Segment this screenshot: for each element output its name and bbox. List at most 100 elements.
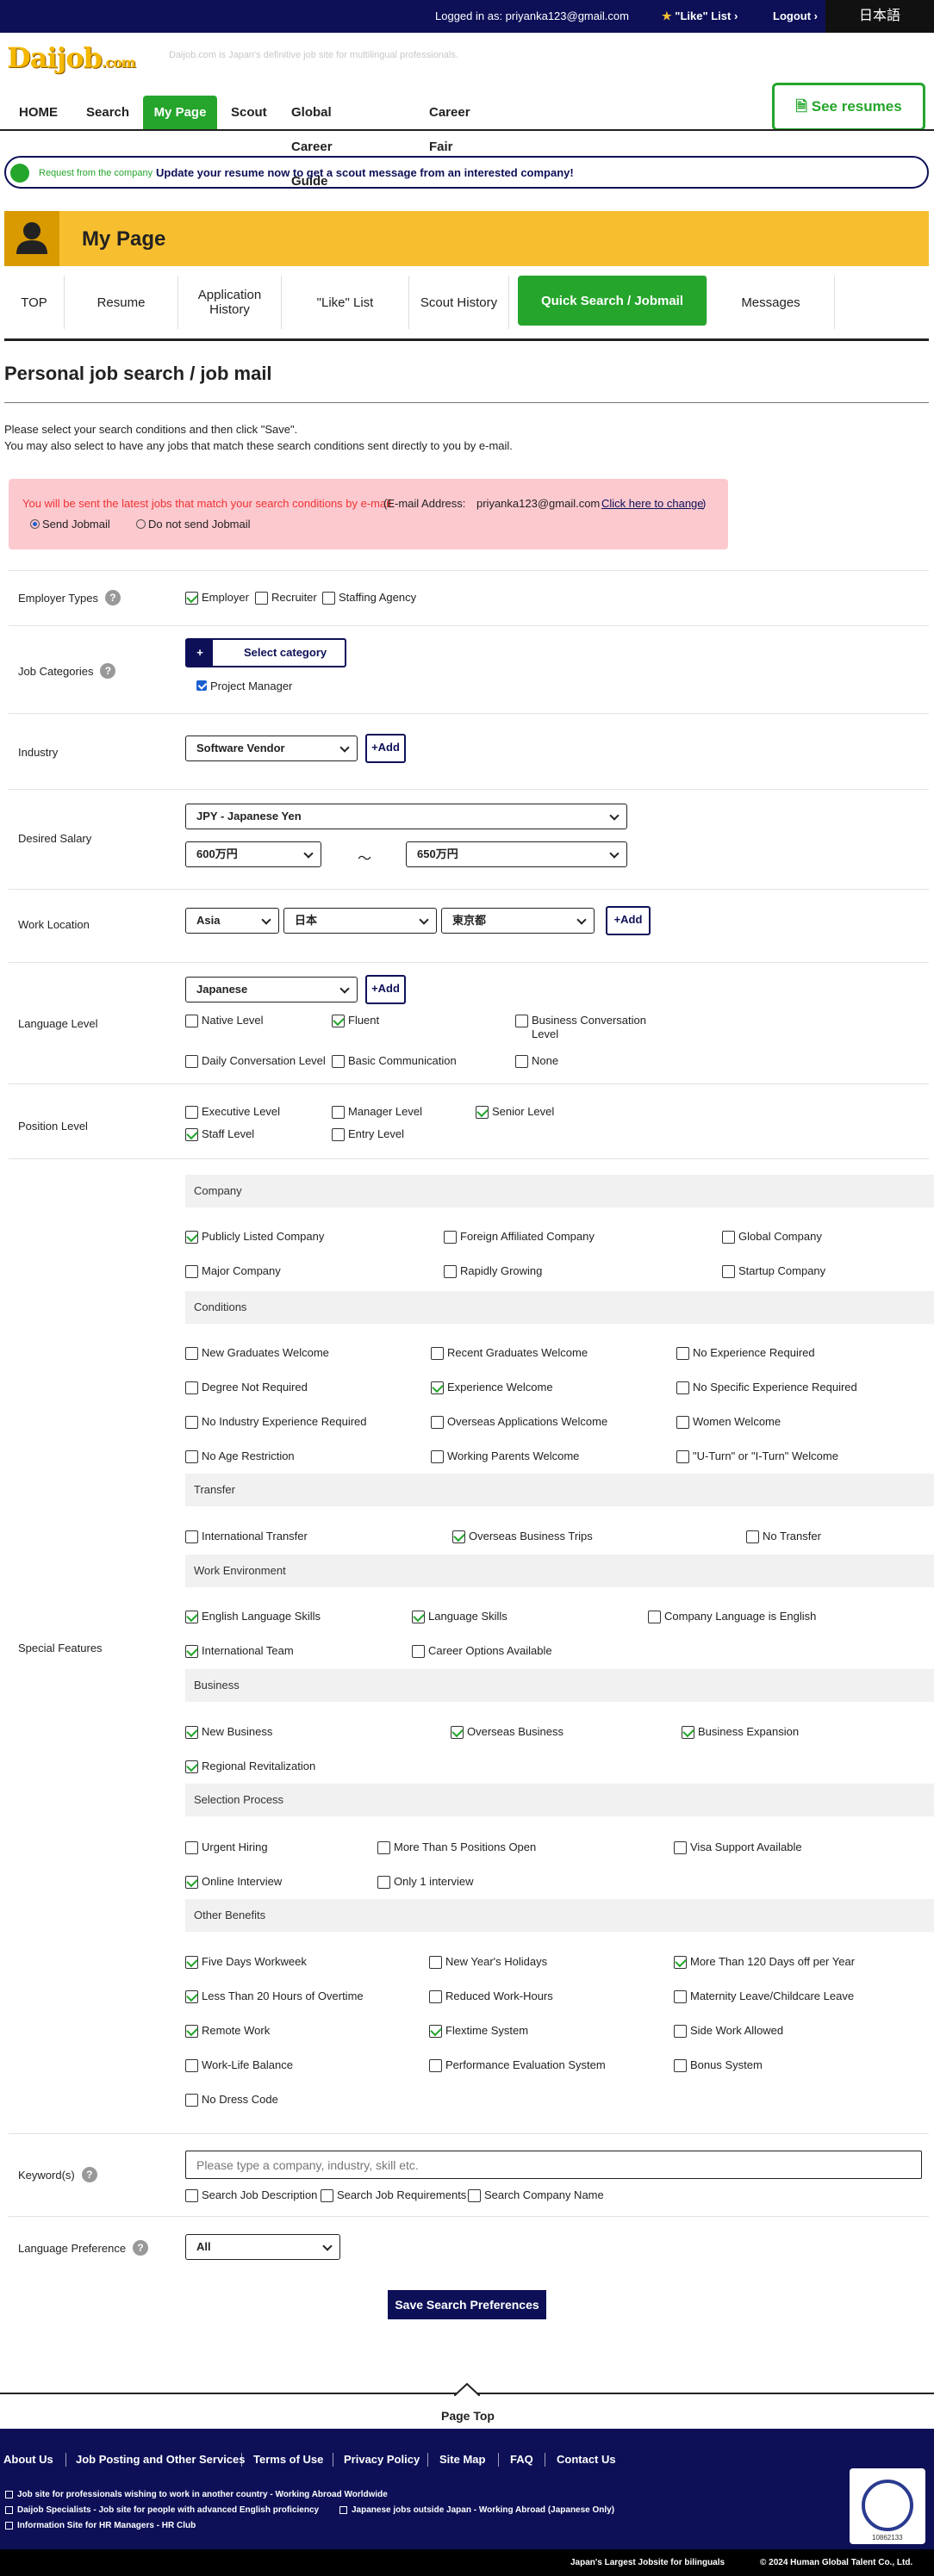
lang-business[interactable]: Business Conversation Level [515, 1014, 670, 1041]
lang-none[interactable]: None [515, 1054, 558, 1068]
employer-type-staffing[interactable]: Staffing Agency [322, 591, 416, 605]
sf-foreign-affiliated[interactable]: Foreign Affiliated Company [444, 1230, 595, 1244]
sf-new-graduates[interactable]: New Graduates Welcome [185, 1346, 329, 1360]
language-select[interactable]: Japanese [185, 977, 358, 1002]
tab-like-list[interactable]: "Like" List [282, 276, 409, 329]
tab-messages[interactable]: Messages [707, 276, 835, 329]
help-icon[interactable]: ? [104, 590, 121, 605]
lang-daily[interactable]: Daily Conversation Level [185, 1054, 326, 1068]
currency-select[interactable]: JPY - Japanese Yen [185, 804, 627, 829]
nav-global-career-guide[interactable]: Global Career Guide [288, 96, 336, 189]
sf-experience-welcome[interactable]: Experience Welcome [431, 1381, 553, 1394]
employer-type-recruiter[interactable]: Recruiter [255, 591, 317, 605]
sf-remote-work[interactable]: Remote Work [185, 2024, 270, 2038]
sf-recent-graduates[interactable]: Recent Graduates Welcome [431, 1346, 588, 1360]
sf-no-experience[interactable]: No Experience Required [676, 1346, 815, 1360]
sf-overseas-applications[interactable]: Overseas Applications Welcome [431, 1415, 607, 1429]
kw-job-requirements[interactable]: Search Job Requirements [321, 2188, 466, 2202]
sf-120-days-off[interactable]: More Than 120 Days off per Year [674, 1955, 855, 1969]
tab-scout-history[interactable]: Scout History [409, 276, 509, 329]
sf-u-turn[interactable]: "U-Turn" or "I-Turn" Welcome [676, 1449, 838, 1463]
sf-five-days[interactable]: Five Days Workweek [185, 1955, 307, 1969]
like-list-link[interactable]: ★ "Like" List › [662, 9, 738, 23]
kw-job-description[interactable]: Search Job Description [185, 2188, 317, 2202]
sf-women-welcome[interactable]: Women Welcome [676, 1415, 781, 1429]
page-top-link[interactable]: Page Top [0, 2382, 934, 2429]
sf-regional-revitalization[interactable]: Regional Revitalization [185, 1760, 315, 1773]
help-icon[interactable]: ? [81, 2167, 97, 2182]
industry-add-button[interactable]: +Add [365, 734, 406, 763]
sf-working-parents[interactable]: Working Parents Welcome [431, 1449, 579, 1463]
employer-type-employer[interactable]: Employer [185, 591, 249, 605]
sf-new-years[interactable]: New Year's Holidays [429, 1955, 547, 1969]
sf-english-skills[interactable]: English Language Skills [185, 1610, 321, 1623]
sf-visa-support[interactable]: Visa Support Available [674, 1840, 802, 1854]
no-jobmail-radio[interactable]: Do not send Jobmail [136, 518, 251, 531]
region-select[interactable]: Asia [185, 908, 279, 934]
location-add-button[interactable]: +Add [606, 906, 651, 935]
prefecture-select[interactable]: 東京都 [441, 908, 595, 934]
tab-top[interactable]: TOP [4, 276, 65, 329]
footer-site-working-abroad[interactable]: Job site for professionals wishing to wo… [5, 2490, 388, 2499]
pos-entry[interactable]: Entry Level [332, 1127, 404, 1141]
lang-basic[interactable]: Basic Communication [332, 1054, 457, 1068]
kw-company-name[interactable]: Search Company Name [468, 2188, 604, 2202]
sf-less-overtime[interactable]: Less Than 20 Hours of Overtime [185, 1989, 364, 2003]
footer-faq[interactable]: FAQ [510, 2453, 533, 2466]
pos-senior[interactable]: Senior Level [476, 1105, 554, 1119]
industry-select[interactable]: Software Vendor [185, 736, 358, 761]
sf-degree-not-required[interactable]: Degree Not Required [185, 1381, 308, 1394]
category-project-manager[interactable]: Project Manager [196, 680, 292, 693]
nav-home[interactable]: HOME [16, 96, 61, 130]
help-icon[interactable]: ? [100, 663, 116, 679]
footer-about-us[interactable]: About Us [3, 2453, 53, 2466]
tab-quick-search[interactable]: Quick Search / Jobmail [518, 276, 707, 326]
language-switch[interactable]: 日本語 [825, 0, 934, 33]
sf-flextime[interactable]: Flextime System [429, 2024, 528, 2038]
lang-native[interactable]: Native Level [185, 1014, 264, 1027]
country-select[interactable]: 日本 [283, 908, 437, 934]
sf-urgent-hiring[interactable]: Urgent Hiring [185, 1840, 268, 1854]
sf-language-skills[interactable]: Language Skills [412, 1610, 507, 1623]
sf-international-transfer[interactable]: International Transfer [185, 1530, 308, 1543]
language-add-button[interactable]: +Add [365, 975, 406, 1004]
language-preference-select[interactable]: All [185, 2234, 340, 2260]
footer-privacy[interactable]: Privacy Policy [344, 2453, 420, 2466]
lang-fluent[interactable]: Fluent [332, 1014, 379, 1027]
change-email-link[interactable]: Click here to change [601, 497, 704, 510]
logo[interactable]: Daijob.com [7, 41, 136, 74]
keyword-input[interactable]: Please type a company, industry, skill e… [185, 2151, 922, 2179]
pos-staff[interactable]: Staff Level [185, 1127, 254, 1141]
sf-no-industry-experience[interactable]: No Industry Experience Required [185, 1415, 367, 1429]
sf-maternity-leave[interactable]: Maternity Leave/Childcare Leave [674, 1989, 854, 2003]
sf-international-team[interactable]: International Team [185, 1644, 294, 1658]
save-search-button[interactable]: Save Search Preferences [388, 2290, 546, 2319]
sf-no-age-restriction[interactable]: No Age Restriction [185, 1449, 295, 1463]
sf-more-than-5[interactable]: More Than 5 Positions Open [377, 1840, 536, 1854]
nav-career-fair[interactable]: Career Fair [426, 96, 474, 154]
sf-new-business[interactable]: New Business [185, 1725, 272, 1739]
footer-contact[interactable]: Contact Us [557, 2453, 616, 2466]
sf-rapidly-growing[interactable]: Rapidly Growing [444, 1264, 542, 1278]
sf-major-company[interactable]: Major Company [185, 1264, 281, 1278]
send-jobmail-radio[interactable]: Send Jobmail [30, 518, 110, 531]
sf-online-interview[interactable]: Online Interview [185, 1875, 282, 1889]
sf-only-1-interview[interactable]: Only 1 interview [377, 1875, 473, 1889]
sf-career-options[interactable]: Career Options Available [412, 1644, 552, 1658]
footer-site-japanese-jobs[interactable]: Japanese jobs outside Japan - Working Ab… [339, 2505, 614, 2515]
salary-max-select[interactable]: 650万円 [406, 841, 627, 867]
sf-company-language-english[interactable]: Company Language is English [648, 1610, 816, 1623]
logout-link[interactable]: Logout › [773, 9, 818, 22]
help-icon[interactable]: ? [133, 2240, 149, 2256]
footer-site-hr-club[interactable]: Information Site for HR Managers - HR Cl… [5, 2521, 196, 2530]
sf-overseas-trips[interactable]: Overseas Business Trips [452, 1530, 593, 1543]
sf-performance-evaluation[interactable]: Performance Evaluation System [429, 2058, 606, 2072]
footer-site-specialists[interactable]: Daijob Specialists - Job site for people… [5, 2505, 319, 2515]
sf-no-dress-code[interactable]: No Dress Code [185, 2093, 278, 2107]
sf-work-life-balance[interactable]: Work-Life Balance [185, 2058, 293, 2072]
sf-bonus-system[interactable]: Bonus System [674, 2058, 763, 2072]
footer-job-posting[interactable]: Job Posting and Other Services [76, 2453, 246, 2466]
request-banner[interactable]: Request from the company Update your res… [4, 156, 929, 189]
footer-site-map[interactable]: Site Map [439, 2453, 485, 2466]
tab-application-history[interactable]: Application History [178, 276, 282, 329]
